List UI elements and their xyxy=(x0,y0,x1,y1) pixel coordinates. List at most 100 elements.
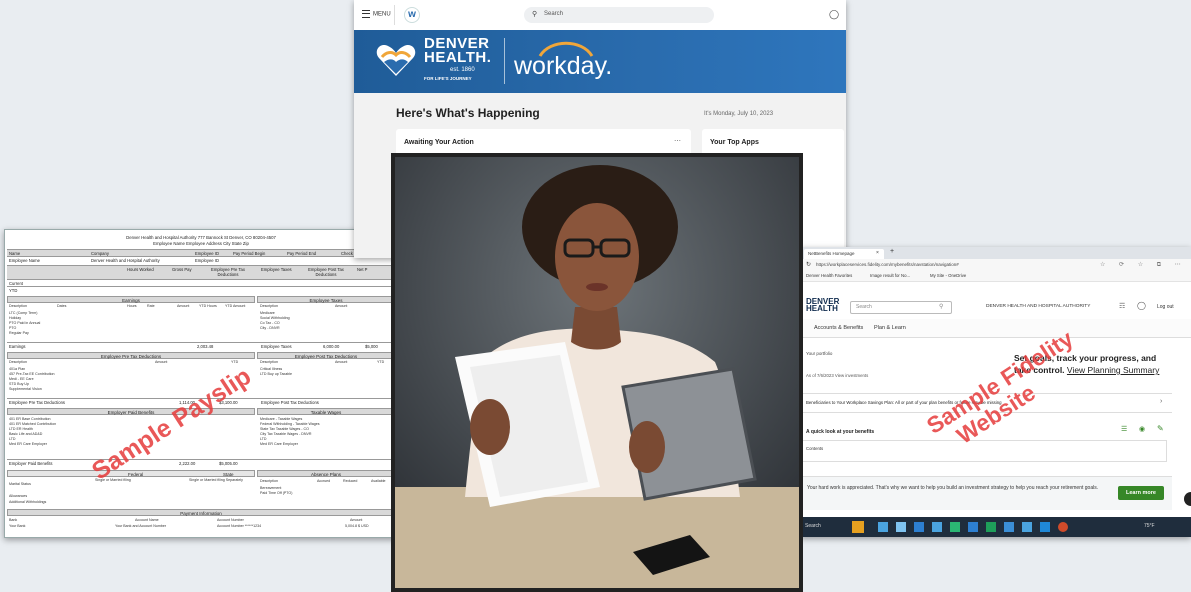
pretax-title: Employee Pre Tax Deductions xyxy=(7,352,255,359)
search-icon: ⚲ xyxy=(939,304,944,310)
earnings-row: LTC (Comp Term) xyxy=(9,311,38,315)
pretax-total-label: Employee Pre Tax Deductions xyxy=(9,400,66,405)
refresh-icon[interactable]: ↻ xyxy=(806,261,811,268)
payslip-summary-ytd: YTD xyxy=(7,286,395,294)
taskbar-app-icon[interactable] xyxy=(896,522,906,532)
search-input[interactable]: ⚲ Search xyxy=(524,7,714,23)
more-options-icon[interactable]: ⋯ xyxy=(674,137,681,145)
taxes-title: Employee Taxes xyxy=(257,296,395,303)
workday-w-logo[interactable]: w xyxy=(404,7,420,23)
benefits-panel: Contents xyxy=(800,440,1167,462)
woman-reading-document-photo xyxy=(391,153,803,592)
browser-toolbar-icons[interactable]: ☆ ⟳ ☆ ⧉ ⋯ xyxy=(1100,261,1187,269)
as-of-label[interactable]: As of 7/6/2023 View investments xyxy=(806,373,868,378)
earnings-row: Holiday xyxy=(9,316,21,320)
taskbar-app-icon[interactable] xyxy=(1004,522,1014,532)
earnings-total-amount: 2,003.48 xyxy=(197,344,214,349)
wages-row: Med ER Care Employer xyxy=(260,442,298,446)
menu-label: MENU xyxy=(373,11,391,18)
federal-state-band: Federal State xyxy=(7,470,255,477)
pretax-col-amount: Amount xyxy=(155,360,168,364)
browser-tab-title: NetBenefits Homepage xyxy=(808,251,855,256)
brand-est: est. 1860 xyxy=(450,67,475,73)
payment-amount: 5,004.8 $ USD xyxy=(345,524,369,528)
taxes-row: Co Tax - CO xyxy=(260,321,280,325)
posttax-title: Employee Post Tax Deductions xyxy=(257,352,395,359)
appreciation-banner: Your hard work is appreciated. That's wh… xyxy=(800,476,1172,510)
eye-icon[interactable]: ◉ xyxy=(1139,425,1145,433)
brand-tagline: FOR LIFE'S JOURNEY xyxy=(424,76,472,81)
earnings-total-label: Earnings xyxy=(9,344,26,349)
earnings-row: PTO xyxy=(9,326,17,330)
payslip-employee-name: Employee Name xyxy=(9,258,40,263)
payslip-header-line2: Employee Name Employee Address City Stat… xyxy=(153,241,249,246)
payment-col-amount: Amount xyxy=(350,518,363,522)
taskbar-app-icon[interactable] xyxy=(1058,522,1068,532)
posttax-total-label: Employee Post Tax Deductions xyxy=(261,400,319,405)
payslip-top-value-row: Employee Name Denver Health and Hospital… xyxy=(7,256,395,264)
logout-link[interactable]: Log out xyxy=(1157,304,1174,310)
pretax-row: Medi - EE Care xyxy=(9,377,34,381)
taskbar-app-icon[interactable] xyxy=(1022,522,1032,532)
payslip-header: Denver Health and Hospital Authority 777… xyxy=(5,230,397,247)
posttax-col-ytd: YTD xyxy=(377,360,385,364)
payment-title: Payment Information xyxy=(7,509,395,516)
taskbar-search[interactable]: Search xyxy=(805,523,821,529)
bookmark-item[interactable]: Denver Health Favorites xyxy=(806,273,852,278)
bell-icon[interactable]: ◯ xyxy=(829,9,839,20)
pretax-col-desc: Description xyxy=(9,360,27,364)
posttax-row: LTD Buy up Taxable xyxy=(260,372,293,376)
brand-name: DENVER HEALTH. xyxy=(424,36,492,66)
view-planning-summary-link[interactable]: View Planning Summary xyxy=(1067,365,1159,375)
summary-ytd-label: YTD xyxy=(9,288,18,293)
close-tab-icon[interactable]: × xyxy=(876,250,879,256)
top-apps-title: Your Top Apps xyxy=(710,139,759,146)
bookmark-item[interactable]: Image result for No... xyxy=(870,273,910,278)
browser-tab-strip: NetBenefits Homepage × + xyxy=(800,247,1191,259)
fidelity-employer-logo[interactable]: DENVER HEALTH xyxy=(806,298,839,313)
browser-tab[interactable]: NetBenefits Homepage × xyxy=(804,249,884,259)
chat-icon[interactable]: ☶ xyxy=(1119,302,1125,310)
earnings-col-ytd-hours: YTD Hours xyxy=(199,304,217,308)
edit-icon[interactable]: ✎ xyxy=(1157,424,1164,433)
bookmark-item[interactable]: My Site - OneDrive xyxy=(930,273,966,278)
taskbar-app-icon[interactable] xyxy=(986,522,996,532)
wages-row: City Tax Taxable Wages - DNVR xyxy=(260,432,312,436)
new-tab-icon[interactable]: + xyxy=(890,248,894,255)
list-icon[interactable]: ☰ xyxy=(1121,425,1127,433)
employer-name: DENVER HEALTH AND HOSPITAL AUTHORITY xyxy=(986,304,1091,309)
earnings-col-amount: Amount xyxy=(177,304,190,308)
chat-bubble-icon[interactable] xyxy=(1184,492,1191,506)
taskbar-app-icon[interactable] xyxy=(852,521,864,533)
learn-more-button[interactable]: Learn more xyxy=(1118,486,1164,500)
absence-col-accrued: Accrued xyxy=(317,479,331,483)
taskbar-app-icon[interactable] xyxy=(968,522,978,532)
taskbar-app-icon[interactable] xyxy=(914,522,924,532)
paid-total-row: Employer Paid Benefits 2,222.00 $5,005.0… xyxy=(7,459,395,467)
fidelity-search-input[interactable]: Search ⚲ xyxy=(850,301,952,314)
workday-banner: DENVER HEALTH. est. 1860 FOR LIFE'S JOUR… xyxy=(354,30,846,93)
posttax-col-amount: Amount xyxy=(335,360,348,364)
brand-line2: HEALTH. xyxy=(424,49,492,66)
earnings-col-dates: Dates xyxy=(57,304,67,308)
taskbar-app-icon[interactable] xyxy=(1040,522,1050,532)
menu-button[interactable]: MENU xyxy=(362,10,391,18)
summary-hours: Hours Worked xyxy=(127,267,154,272)
taskbar-app-icon[interactable] xyxy=(932,522,942,532)
weather-tray[interactable]: 75°F xyxy=(1144,523,1155,529)
nav-plan-learn[interactable]: Plan & Learn xyxy=(874,325,906,331)
fidelity-nav: Accounts & Benefits Plan & Learn xyxy=(800,319,1191,338)
taskbar-app-icon[interactable] xyxy=(878,522,888,532)
url-field[interactable]: https://workplaceservices.fidelity.com/m… xyxy=(816,262,959,267)
profile-icon[interactable]: ◯ xyxy=(1137,301,1146,310)
fidelity-browser-window: NetBenefits Homepage × + ↻ https://workp… xyxy=(800,247,1191,537)
payment-col-account-number: Account Number xyxy=(217,518,244,522)
nav-accounts-benefits[interactable]: Accounts & Benefits xyxy=(814,325,863,331)
payment-account-name: Your Bank and Account Number xyxy=(115,524,167,528)
earnings-title: Earnings xyxy=(7,296,255,303)
earnings-row: Regular Pay xyxy=(9,331,29,335)
fidelity-search-placeholder: Search xyxy=(856,304,872,310)
pretax-row: Supplemental Vision xyxy=(9,387,42,391)
paid-row: LTD ER Health xyxy=(9,427,33,431)
taskbar-app-icon[interactable] xyxy=(950,522,960,532)
